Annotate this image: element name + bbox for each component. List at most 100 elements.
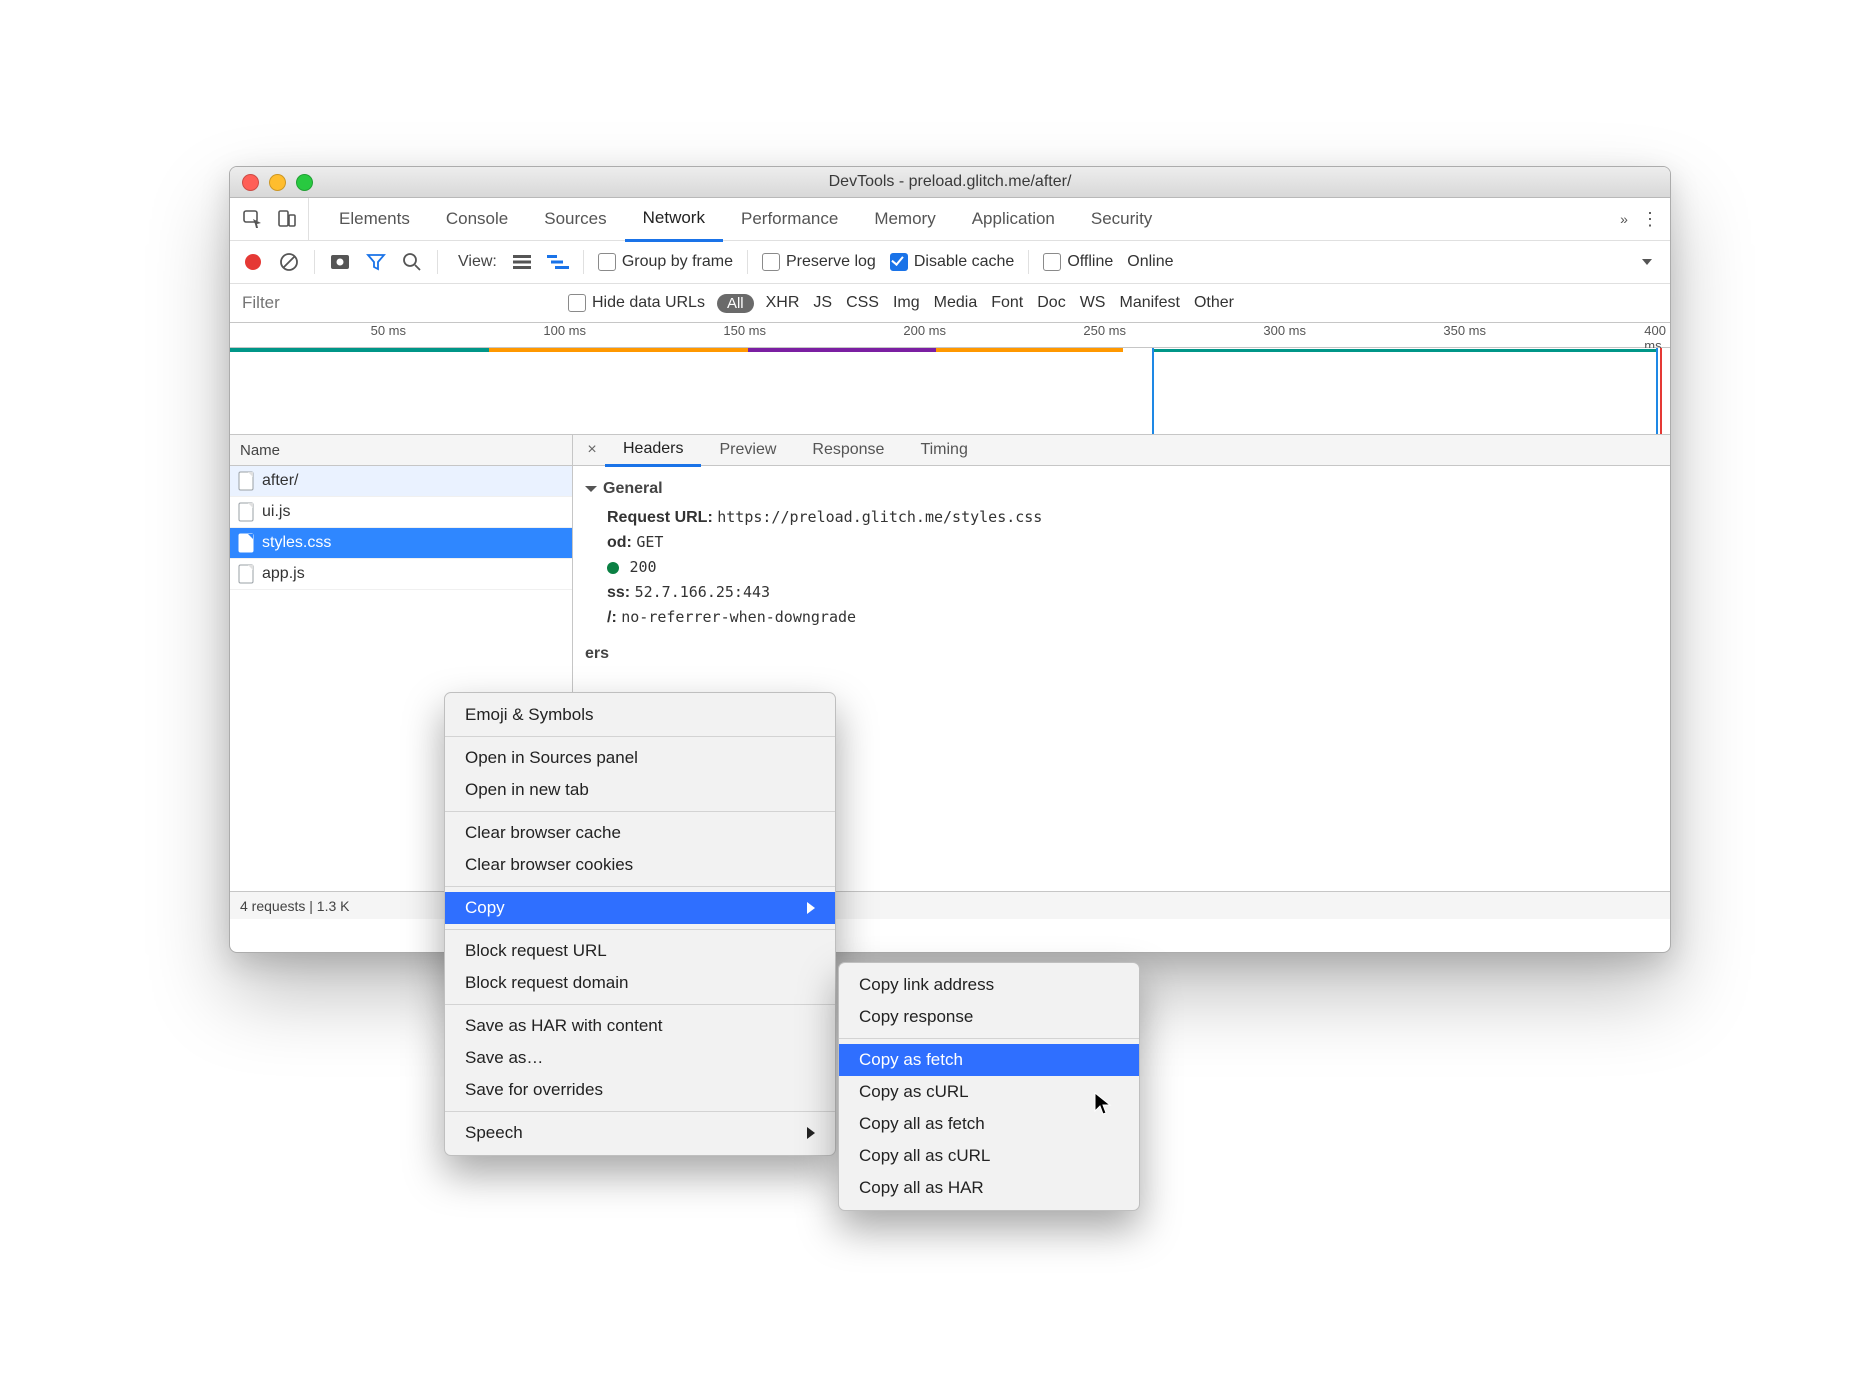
large-rows-icon[interactable] (511, 251, 533, 273)
filter-bar: Hide data URLs All XHR JS CSS Img Media … (230, 284, 1670, 323)
tab-network[interactable]: Network (625, 197, 723, 242)
timeline-overview[interactable] (230, 348, 1670, 435)
request-method-label: od: (607, 534, 632, 551)
throttling-dropdown-icon[interactable] (1636, 251, 1658, 273)
capture-screenshots-icon[interactable] (329, 251, 351, 273)
filter-type-doc[interactable]: Doc (1037, 294, 1065, 312)
filter-type-js[interactable]: JS (813, 294, 832, 312)
mouse-cursor-icon (1094, 1092, 1112, 1116)
menu-save-har[interactable]: Save as HAR with content (445, 1010, 835, 1042)
response-headers-section[interactable]: ers (585, 645, 1658, 663)
menu-save-overrides[interactable]: Save for overrides (445, 1074, 835, 1106)
ruler-tick: 350 ms (1443, 323, 1490, 338)
traffic-lights (230, 174, 313, 191)
submenu-copy-as-fetch[interactable]: Copy as fetch (839, 1044, 1139, 1076)
general-section[interactable]: General (585, 480, 1658, 498)
group-by-frame-label: Group by frame (622, 253, 733, 270)
tab-elements[interactable]: Elements (321, 198, 428, 240)
detail-tab-timing[interactable]: Timing (902, 435, 985, 465)
overview-segment (230, 348, 489, 352)
tab-memory[interactable]: Memory (856, 198, 953, 240)
filter-toggle-icon[interactable] (365, 251, 387, 273)
menu-copy[interactable]: Copy (445, 892, 835, 924)
detail-tab-response[interactable]: Response (794, 435, 902, 465)
group-by-frame-checkbox[interactable]: Group by frame (598, 253, 733, 271)
submenu-copy-link-address[interactable]: Copy link address (839, 969, 1139, 1001)
filter-input[interactable] (238, 291, 556, 315)
clear-button[interactable] (278, 251, 300, 273)
hide-data-urls-label: Hide data URLs (592, 294, 705, 311)
request-row[interactable]: styles.css (230, 528, 572, 559)
filter-type-ws[interactable]: WS (1080, 294, 1106, 312)
filter-types: XHR JS CSS Img Media Font Doc WS Manifes… (766, 294, 1234, 312)
status-dot-icon (607, 562, 619, 574)
disable-cache-label: Disable cache (914, 253, 1015, 270)
device-toolbar-icon[interactable] (276, 208, 298, 230)
zoom-window-button[interactable] (296, 174, 313, 191)
filter-type-img[interactable]: Img (893, 294, 920, 312)
filter-type-xhr[interactable]: XHR (766, 294, 800, 312)
detail-tab-headers[interactable]: Headers (605, 434, 701, 467)
request-row[interactable]: app.js (230, 559, 572, 590)
tab-performance[interactable]: Performance (723, 198, 856, 240)
menu-speech[interactable]: Speech (445, 1117, 835, 1149)
menu-emoji-symbols[interactable]: Emoji & Symbols (445, 699, 835, 731)
waterfall-view-icon[interactable] (547, 251, 569, 273)
menu-clear-cache[interactable]: Clear browser cache (445, 817, 835, 849)
filter-type-other[interactable]: Other (1194, 294, 1234, 312)
settings-menu-icon[interactable]: ⋮ (1638, 209, 1662, 230)
status-code-row: 200 (585, 558, 1658, 577)
name-column-header[interactable]: Name (230, 435, 572, 466)
request-row[interactable]: ui.js (230, 497, 572, 528)
inspect-element-icon[interactable] (242, 208, 264, 230)
remote-address-label: ss: (607, 584, 630, 601)
close-window-button[interactable] (242, 174, 259, 191)
filter-type-css[interactable]: CSS (846, 294, 879, 312)
menu-block-url[interactable]: Block request URL (445, 935, 835, 967)
detail-tabs: × Headers Preview Response Timing (573, 435, 1670, 466)
tab-sources[interactable]: Sources (526, 198, 624, 240)
submenu-arrow-icon (807, 902, 815, 914)
overview-segment (936, 348, 1123, 352)
search-icon[interactable] (401, 251, 423, 273)
domcontentloaded-marker (1152, 348, 1154, 434)
throttling-online[interactable]: Online (1127, 253, 1173, 271)
submenu-copy-response[interactable]: Copy response (839, 1001, 1139, 1033)
request-row[interactable]: after/ (230, 466, 572, 497)
remote-address-row: ss: 52.7.166.25:443 (585, 583, 1658, 602)
overview-segment (748, 348, 935, 352)
filter-type-font[interactable]: Font (991, 294, 1023, 312)
menu-open-in-sources[interactable]: Open in Sources panel (445, 742, 835, 774)
record-button[interactable] (242, 251, 264, 273)
menu-save-as[interactable]: Save as… (445, 1042, 835, 1074)
request-name: after/ (262, 472, 298, 490)
timeline-ruler[interactable]: 50 ms 100 ms 150 ms 200 ms 250 ms 300 ms… (230, 323, 1670, 348)
referrer-policy-value: no-referrer-when-downgrade (621, 608, 856, 626)
tab-application[interactable]: Application (954, 198, 1073, 240)
close-detail-icon[interactable]: × (579, 441, 605, 459)
filter-type-media[interactable]: Media (934, 294, 978, 312)
menu-clear-cookies[interactable]: Clear browser cookies (445, 849, 835, 881)
request-method-value: GET (636, 533, 663, 551)
minimize-window-button[interactable] (269, 174, 286, 191)
menu-block-domain[interactable]: Block request domain (445, 967, 835, 999)
more-tabs-icon[interactable]: » (1612, 211, 1636, 227)
submenu-copy-all-as-curl[interactable]: Copy all as cURL (839, 1140, 1139, 1172)
panel-tabbar: Elements Console Sources Network Perform… (230, 198, 1670, 241)
hide-data-urls-checkbox[interactable]: Hide data URLs (568, 294, 705, 312)
offline-checkbox[interactable]: Offline (1043, 253, 1113, 271)
menu-open-in-new-tab[interactable]: Open in new tab (445, 774, 835, 806)
copy-submenu: Copy link address Copy response Copy as … (838, 962, 1140, 1211)
request-url-row: Request URL: https://preload.glitch.me/s… (585, 508, 1658, 527)
request-name: app.js (262, 565, 305, 583)
submenu-copy-all-as-har[interactable]: Copy all as HAR (839, 1172, 1139, 1204)
referrer-policy-row: /: no-referrer-when-downgrade (585, 608, 1658, 627)
ruler-tick: 200 ms (903, 323, 950, 338)
preserve-log-checkbox[interactable]: Preserve log (762, 253, 876, 271)
filter-type-manifest[interactable]: Manifest (1119, 294, 1179, 312)
tab-console[interactable]: Console (428, 198, 526, 240)
disable-cache-checkbox[interactable]: Disable cache (890, 253, 1015, 271)
tab-security[interactable]: Security (1073, 198, 1170, 240)
filter-type-all[interactable]: All (717, 294, 754, 313)
detail-tab-preview[interactable]: Preview (701, 435, 794, 465)
